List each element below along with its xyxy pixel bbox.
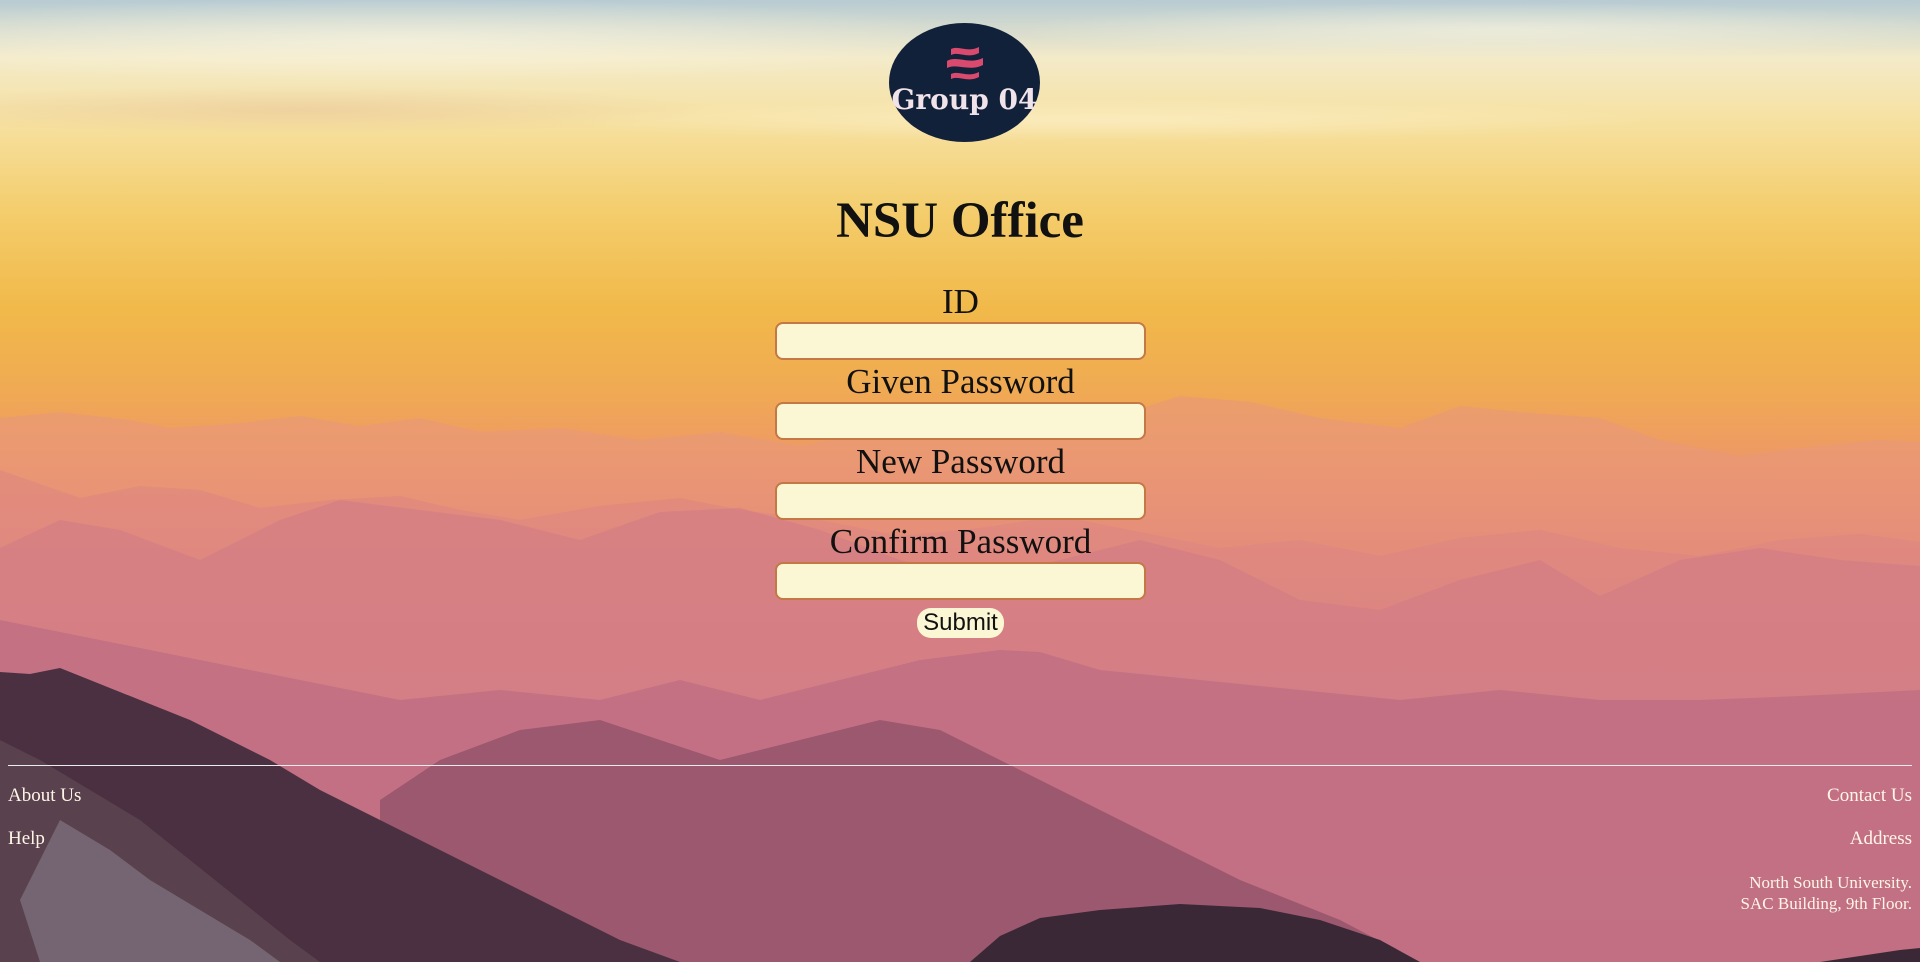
address-link[interactable]: Address	[1850, 828, 1912, 850]
contact-us-link[interactable]: Contact Us	[1827, 785, 1912, 807]
logo-text: Group 04	[891, 83, 1038, 116]
group-logo: Group 04	[889, 23, 1040, 142]
new-password-label: New Password	[855, 442, 1065, 481]
about-us-link[interactable]: About Us	[8, 785, 81, 807]
page-title: NSU Office	[836, 193, 1084, 249]
confirm-password-label: Confirm Password	[829, 522, 1092, 561]
wave-emblem-icon	[946, 47, 983, 80]
given-password-label: Given Password	[846, 362, 1075, 401]
new-password-input[interactable]	[775, 482, 1146, 520]
id-label: ID	[942, 282, 979, 321]
footer-divider	[8, 765, 1912, 766]
address-line-1: North South University.	[1749, 873, 1912, 892]
footer-address-block: North South University. SAC Building, 9t…	[1741, 872, 1912, 914]
address-line-2: SAC Building, 9th Floor.	[1740, 894, 1912, 913]
change-password-form: ID Given Password New Password Confirm P…	[775, 282, 1146, 638]
confirm-password-input[interactable]	[775, 562, 1146, 600]
id-input[interactable]	[775, 322, 1146, 360]
given-password-input[interactable]	[775, 402, 1146, 440]
submit-button[interactable]: Submit	[917, 608, 1004, 638]
help-link[interactable]: Help	[8, 828, 45, 850]
